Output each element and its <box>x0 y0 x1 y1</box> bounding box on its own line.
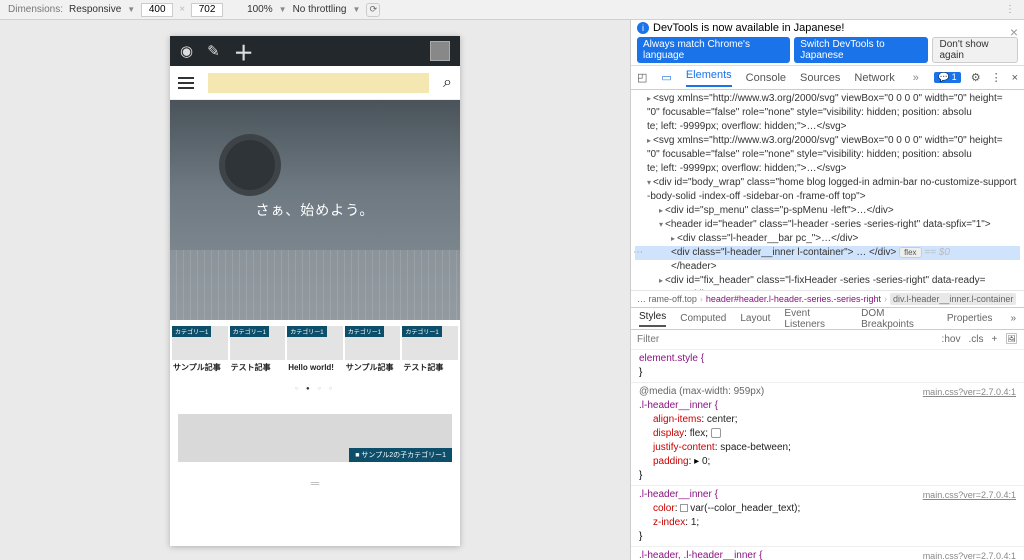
tab-layout[interactable]: Layout <box>740 313 770 324</box>
device-preview-pane: ◉ ✎ ＋ ⌕ さぁ、始めよう。 カテゴリー1 サンプル記事 カテゴリー1 テスト記… <box>0 20 630 560</box>
inspect-icon[interactable]: ◰ <box>637 71 647 84</box>
post-slider[interactable]: カテゴリー1 サンプル記事 カテゴリー1 テスト記事 カテゴリー1 Hello wor… <box>170 320 460 382</box>
device-select[interactable]: Responsive <box>69 4 121 15</box>
tab-network[interactable]: Network <box>854 72 894 84</box>
kebab-menu-icon[interactable]: ⋮ <box>991 71 1002 84</box>
selected-dom-node: <div class="l-header__inner l-container"… <box>635 246 1020 260</box>
height-input[interactable] <box>191 3 223 17</box>
css-rule: main.css?ver=2.7.0.4:1 .l-header__inner … <box>631 486 1024 547</box>
device-frame: ◉ ✎ ＋ ⌕ さぁ、始めよう。 カテゴリー1 サンプル記事 カテゴリー1 テスト記… <box>170 36 460 546</box>
hov-toggle[interactable]: :hov <box>942 334 961 345</box>
customize-icon[interactable]: ✎ <box>207 42 220 60</box>
css-rule: main.css?ver=2.7.0.4:1 .l-header, .l-hea… <box>631 547 1024 560</box>
breadcrumb[interactable]: … rame-off.top › header#header.l-header.… <box>631 290 1024 308</box>
rotate-icon[interactable]: ⟳ <box>366 3 380 17</box>
more-tabs-icon[interactable]: » <box>1010 313 1016 324</box>
tab-dom-breakpoints[interactable]: DOM Breakpoints <box>861 308 933 330</box>
dim-separator: × <box>179 4 185 15</box>
tab-event-listeners[interactable]: Event Listeners <box>784 308 847 330</box>
card-title[interactable]: テスト記事 <box>402 360 458 376</box>
css-rules[interactable]: element.style { } main.css?ver=2.7.0.4:1… <box>631 350 1024 560</box>
hero-tagline: さぁ、始めよう。 <box>256 200 375 220</box>
crumb-selected[interactable]: div.l-header__inner.l-container <box>890 293 1016 305</box>
css-rule: main.css?ver=2.7.0.4:1 @media (max-width… <box>631 383 1024 486</box>
block-category-tag[interactable]: ■ サンプル2の子カテゴリー1 <box>349 448 452 462</box>
issues-badge[interactable]: 💬 1 <box>934 72 961 83</box>
hamburger-icon[interactable] <box>178 77 194 89</box>
card: カテゴリー1 Hello world! <box>287 326 343 376</box>
card: カテゴリー1 サンプル記事 <box>172 326 228 376</box>
cls-toggle[interactable]: .cls <box>968 334 983 345</box>
chevron-down-icon[interactable]: ▼ <box>352 5 360 14</box>
category-badge: カテゴリー1 <box>345 326 384 337</box>
dismiss-button[interactable]: Don't show again <box>932 37 1018 63</box>
device-toolbar: Dimensions: Responsive ▼ × 100% ▼ No thr… <box>0 0 1024 20</box>
styles-tabs: Styles Computed Layout Event Listeners D… <box>631 308 1024 330</box>
chevron-down-icon[interactable]: ▼ <box>279 5 287 14</box>
kebab-menu-icon[interactable]: ⋮ <box>1005 4 1016 15</box>
dimensions-label: Dimensions: <box>8 4 63 15</box>
styles-menu-icon[interactable]: 🖼 <box>1005 334 1018 345</box>
close-icon[interactable]: × <box>1012 72 1018 84</box>
match-language-button[interactable]: Always match Chrome's language <box>637 37 790 63</box>
throttling-select[interactable]: No throttling <box>293 4 347 15</box>
dom-tree[interactable]: <svg xmlns="http://www.w3.org/2000/svg" … <box>631 90 1024 290</box>
tab-elements[interactable]: Elements <box>686 69 732 87</box>
switch-language-button[interactable]: Switch DevTools to Japanese <box>794 37 928 63</box>
color-swatch[interactable] <box>680 504 688 512</box>
close-icon[interactable]: × <box>1010 24 1018 40</box>
card: カテゴリー1 テスト記事 <box>402 326 458 376</box>
card-title[interactable]: テスト記事 <box>230 360 286 376</box>
more-tabs-icon[interactable]: » <box>913 72 919 84</box>
width-input[interactable] <box>141 3 173 17</box>
info-icon: i <box>637 22 649 34</box>
crumb[interactable]: header#header.l-header.-series.-series-r… <box>706 294 881 304</box>
source-link[interactable]: main.css?ver=2.7.0.4:1 <box>923 385 1016 399</box>
hero: さぁ、始めよう。 <box>170 100 460 320</box>
hero-mug <box>225 140 275 190</box>
card-title[interactable]: サンプル記事 <box>172 360 228 376</box>
zoom-select[interactable]: 100% <box>247 4 273 15</box>
avatar[interactable] <box>430 41 450 61</box>
devtools-notice: i DevTools is now available in Japanese!… <box>631 20 1024 66</box>
slider-pager[interactable]: ○ ● ○ ○ <box>170 382 460 404</box>
drag-handle-icon[interactable]: ═ <box>170 472 460 490</box>
card: カテゴリー1 サンプル記事 <box>345 326 401 376</box>
tab-computed[interactable]: Computed <box>680 313 726 324</box>
add-new-icon[interactable]: ＋ <box>234 37 254 66</box>
source-link[interactable]: main.css?ver=2.7.0.4:1 <box>923 549 1016 560</box>
site-header: ⌕ <box>170 66 460 100</box>
category-badge: カテゴリー1 <box>287 326 326 337</box>
styles-filter-row: :hov .cls + 🖼 <box>631 330 1024 350</box>
source-link[interactable]: main.css?ver=2.7.0.4:1 <box>923 488 1016 502</box>
crumb[interactable]: … rame-off.top <box>637 294 697 304</box>
category-badge: カテゴリー1 <box>230 326 269 337</box>
gear-icon[interactable]: ⚙ <box>971 71 981 84</box>
wp-admin-bar: ◉ ✎ ＋ <box>170 36 460 66</box>
new-rule-button[interactable]: + <box>991 334 997 345</box>
chevron-down-icon[interactable]: ▼ <box>127 5 135 14</box>
flex-editor-icon[interactable] <box>711 428 721 438</box>
tab-styles[interactable]: Styles <box>639 311 666 327</box>
styles-filter-input[interactable] <box>637 334 942 345</box>
card-title[interactable]: Hello world! <box>287 360 343 376</box>
devtools-tabs: ◰ ▭ Elements Console Sources Network » 💬… <box>631 66 1024 90</box>
category-badge: カテゴリー1 <box>172 326 211 337</box>
tab-properties[interactable]: Properties <box>947 313 993 324</box>
hero-keyboard <box>170 250 460 320</box>
tab-sources[interactable]: Sources <box>800 72 840 84</box>
card-title[interactable]: サンプル記事 <box>345 360 401 376</box>
devtools-panel: i DevTools is now available in Japanese!… <box>630 20 1024 560</box>
card: カテゴリー1 テスト記事 <box>230 326 286 376</box>
dashboard-icon[interactable]: ◉ <box>180 42 193 60</box>
site-logo[interactable] <box>208 73 429 93</box>
search-icon[interactable]: ⌕ <box>443 74 452 92</box>
notice-text: DevTools is now available in Japanese! <box>653 22 844 34</box>
tab-console[interactable]: Console <box>746 72 786 84</box>
content-block: ■ サンプル2の子カテゴリー1 <box>178 414 452 462</box>
category-badge: カテゴリー1 <box>402 326 441 337</box>
device-mode-icon[interactable]: ▭ <box>661 71 671 84</box>
css-rule: element.style { } <box>631 350 1024 383</box>
